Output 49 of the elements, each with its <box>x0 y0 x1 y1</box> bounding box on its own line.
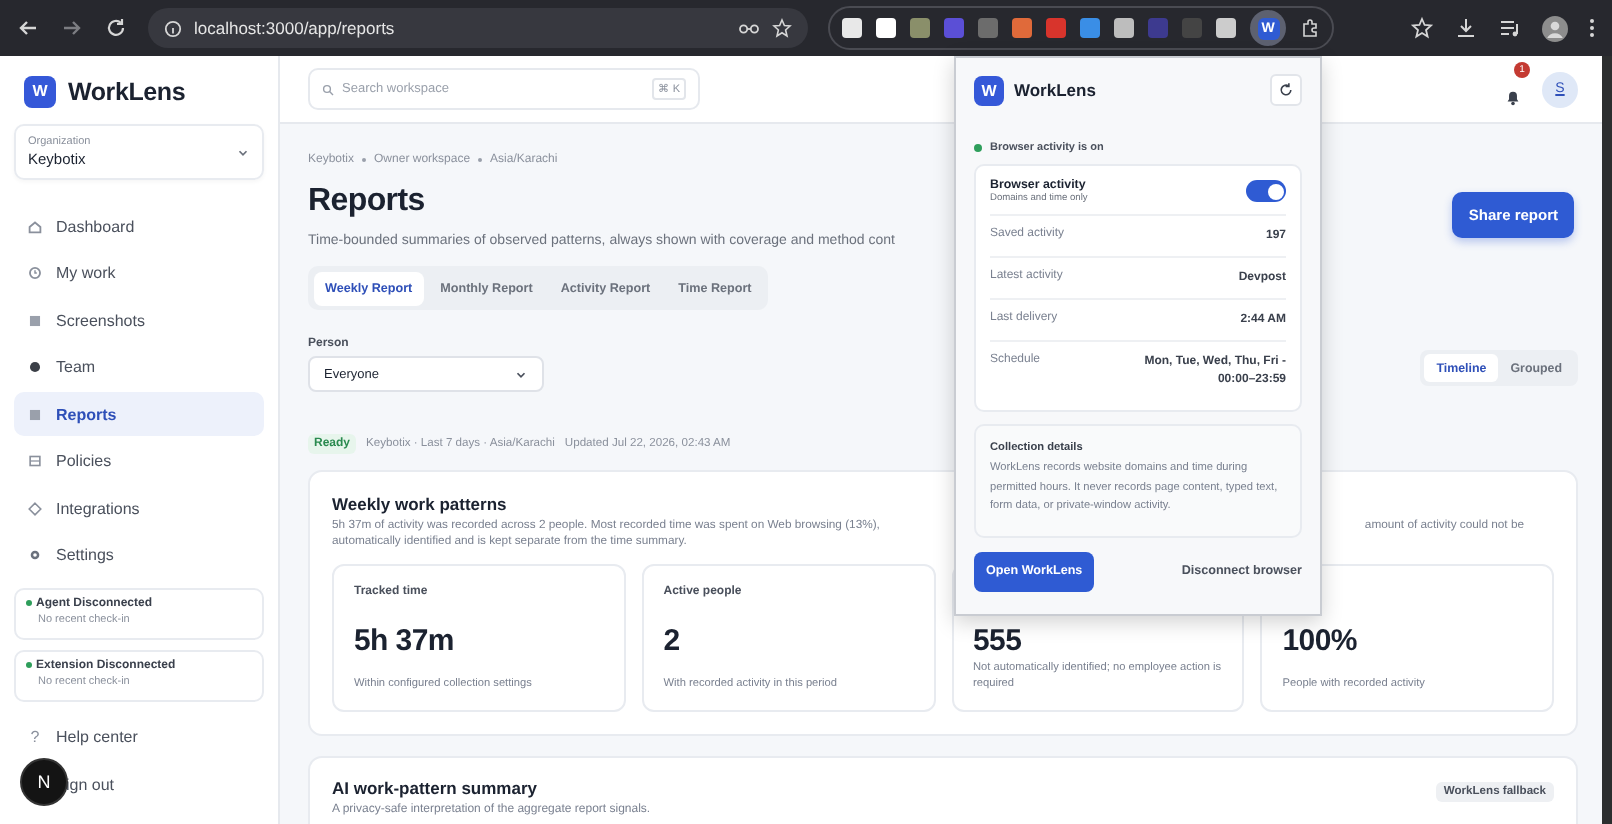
app-logo: W <box>974 75 1004 105</box>
back-icon[interactable] <box>16 16 40 40</box>
settings-icon <box>26 546 44 564</box>
refresh-button[interactable] <box>1270 74 1302 106</box>
toggle-switch[interactable] <box>1246 180 1286 202</box>
brand-name: WorkLens <box>68 77 186 105</box>
dot-icon <box>26 358 44 376</box>
page-title: Reports <box>308 184 425 220</box>
stat-value: 2 <box>663 625 682 658</box>
search-icon <box>322 83 334 95</box>
grid-icon <box>26 452 44 470</box>
puzzle-icon[interactable] <box>1300 18 1320 38</box>
sidebar-item[interactable]: Settings <box>14 533 264 577</box>
stat-value: 100% <box>1282 625 1359 658</box>
playlist-icon[interactable] <box>1498 16 1522 40</box>
square-icon <box>26 311 44 329</box>
diamond-icon <box>26 499 44 517</box>
menu-icon[interactable] <box>1588 16 1596 40</box>
sidebar-item[interactable]: Integrations <box>14 486 264 530</box>
reload-icon[interactable] <box>104 16 128 40</box>
brand-name: WorkLens <box>1014 80 1098 100</box>
forward-icon[interactable] <box>60 16 84 40</box>
app-logo: W <box>24 75 56 107</box>
sidebar-item[interactable]: Reports <box>14 392 264 436</box>
square-icon <box>26 405 44 423</box>
card-title: Weekly work patterns <box>332 494 507 514</box>
download-icon[interactable] <box>1454 16 1478 40</box>
chevron-down-icon <box>236 145 250 159</box>
card-title: AI work-pattern summary <box>332 777 537 797</box>
profile-avatar-icon[interactable] <box>1542 15 1568 41</box>
chevron-down-icon <box>514 367 528 381</box>
sign-out-link[interactable]: ign out <box>66 776 115 794</box>
home-icon <box>26 217 44 235</box>
stat-value: 555 <box>973 625 1024 658</box>
sidebar-item[interactable]: Team <box>14 345 264 389</box>
dev-indicator-button[interactable]: N <box>22 760 66 804</box>
refresh-icon <box>1278 82 1294 98</box>
sidebar-item[interactable]: Dashboard <box>14 204 264 248</box>
sidebar-item[interactable]: ? Help center <box>14 715 264 759</box>
sidebar-item[interactable]: Screenshots <box>14 298 264 342</box>
info-icon <box>164 19 182 37</box>
stat-value: 5h 37m <box>354 625 456 658</box>
bookmark-star-icon[interactable] <box>1410 16 1434 40</box>
address-bar[interactable]: localhost:3000/app/reports <box>148 8 808 48</box>
sidebar-item[interactable]: My work <box>14 251 264 295</box>
bookmark-star-icon[interactable] <box>772 18 792 38</box>
sidebar-item[interactable]: Policies <box>14 439 264 483</box>
clock-icon <box>26 264 44 282</box>
bell-icon[interactable] <box>1504 87 1522 105</box>
